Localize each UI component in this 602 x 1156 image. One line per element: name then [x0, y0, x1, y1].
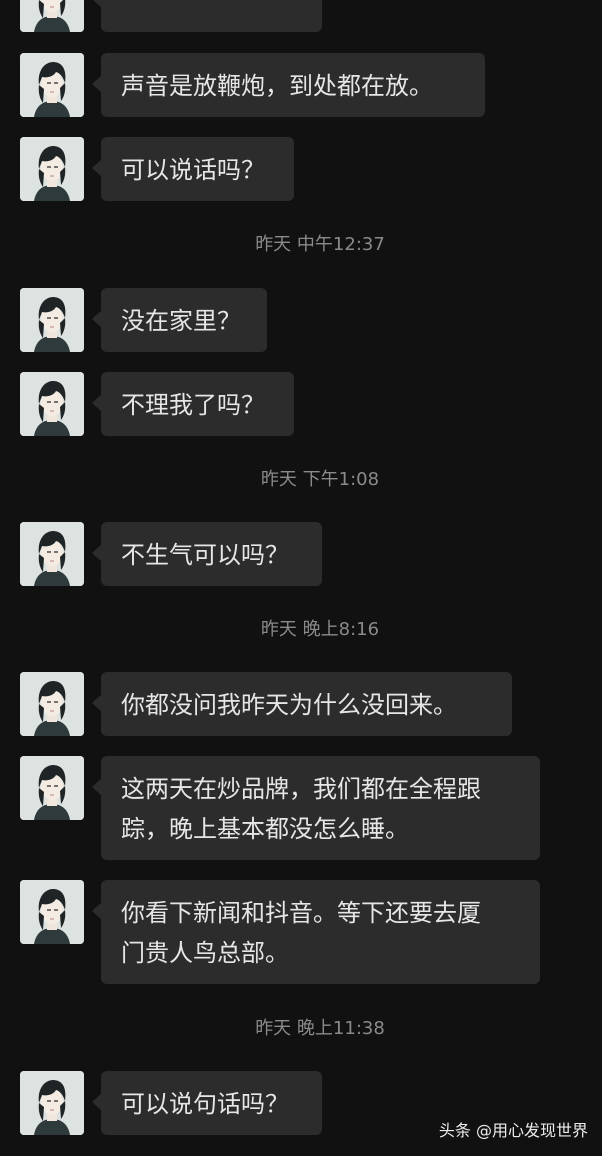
- avatar-portrait-icon: [20, 1071, 84, 1135]
- message-bubble[interactable]: 声音是放鞭炮，到处都在放。: [92, 53, 485, 117]
- avatar-portrait-icon: [20, 756, 84, 820]
- message-bubble[interactable]: 你都没问我昨天为什么没回来。: [92, 672, 512, 736]
- avatar-portrait-icon: [20, 0, 84, 32]
- contact-avatar[interactable]: [20, 672, 84, 736]
- chat-timestamp: 昨天 晚上11:38: [255, 1018, 385, 1039]
- contact-avatar[interactable]: [20, 756, 84, 820]
- chat-timestamp: 昨天 晚上8:16: [260, 619, 380, 640]
- avatar-portrait-icon: [20, 137, 84, 201]
- contact-avatar[interactable]: [20, 0, 84, 32]
- avatar-portrait-icon: [20, 880, 84, 944]
- message-bubble[interactable]: 没在家里？: [92, 288, 267, 352]
- avatar-portrait-icon: [20, 372, 84, 436]
- contact-avatar[interactable]: [20, 880, 84, 944]
- contact-avatar[interactable]: [20, 137, 84, 201]
- watermark: 头条 @用心发现世界: [438, 1121, 588, 1140]
- avatar-portrait-icon: [20, 53, 84, 117]
- avatar-portrait-icon: [20, 672, 84, 736]
- contact-avatar[interactable]: [20, 372, 84, 436]
- message-bubble[interactable]: 可以说句话吗？: [92, 1071, 322, 1135]
- contact-avatar[interactable]: [20, 288, 84, 352]
- chat-message-list[interactable]: 声音是放鞭炮，到处都在放。 可以说话吗？ 昨天 中午12:37 没在家里？ 不理…: [0, 0, 602, 1156]
- message-bubble[interactable]: 不生气可以吗？: [92, 522, 322, 586]
- contact-avatar[interactable]: [20, 1071, 84, 1135]
- chat-timestamp: 昨天 下午1:08: [260, 469, 380, 490]
- avatar-portrait-icon: [20, 522, 84, 586]
- contact-avatar[interactable]: [20, 53, 84, 117]
- contact-avatar[interactable]: [20, 522, 84, 586]
- message-bubble[interactable]: 这两天在炒品牌，我们都在全程跟 踪，晚上基本都没怎么睡。: [92, 756, 540, 860]
- message-bubble[interactable]: 可以说话吗？: [92, 137, 294, 201]
- message-bubble[interactable]: 你看下新闻和抖音。等下还要去厦 门贵人鸟总部。: [92, 880, 540, 984]
- message-bubble[interactable]: [92, 0, 322, 32]
- avatar-portrait-icon: [20, 288, 84, 352]
- chat-timestamp: 昨天 中午12:37: [255, 234, 385, 255]
- message-bubble[interactable]: 不理我了吗？: [92, 372, 294, 436]
